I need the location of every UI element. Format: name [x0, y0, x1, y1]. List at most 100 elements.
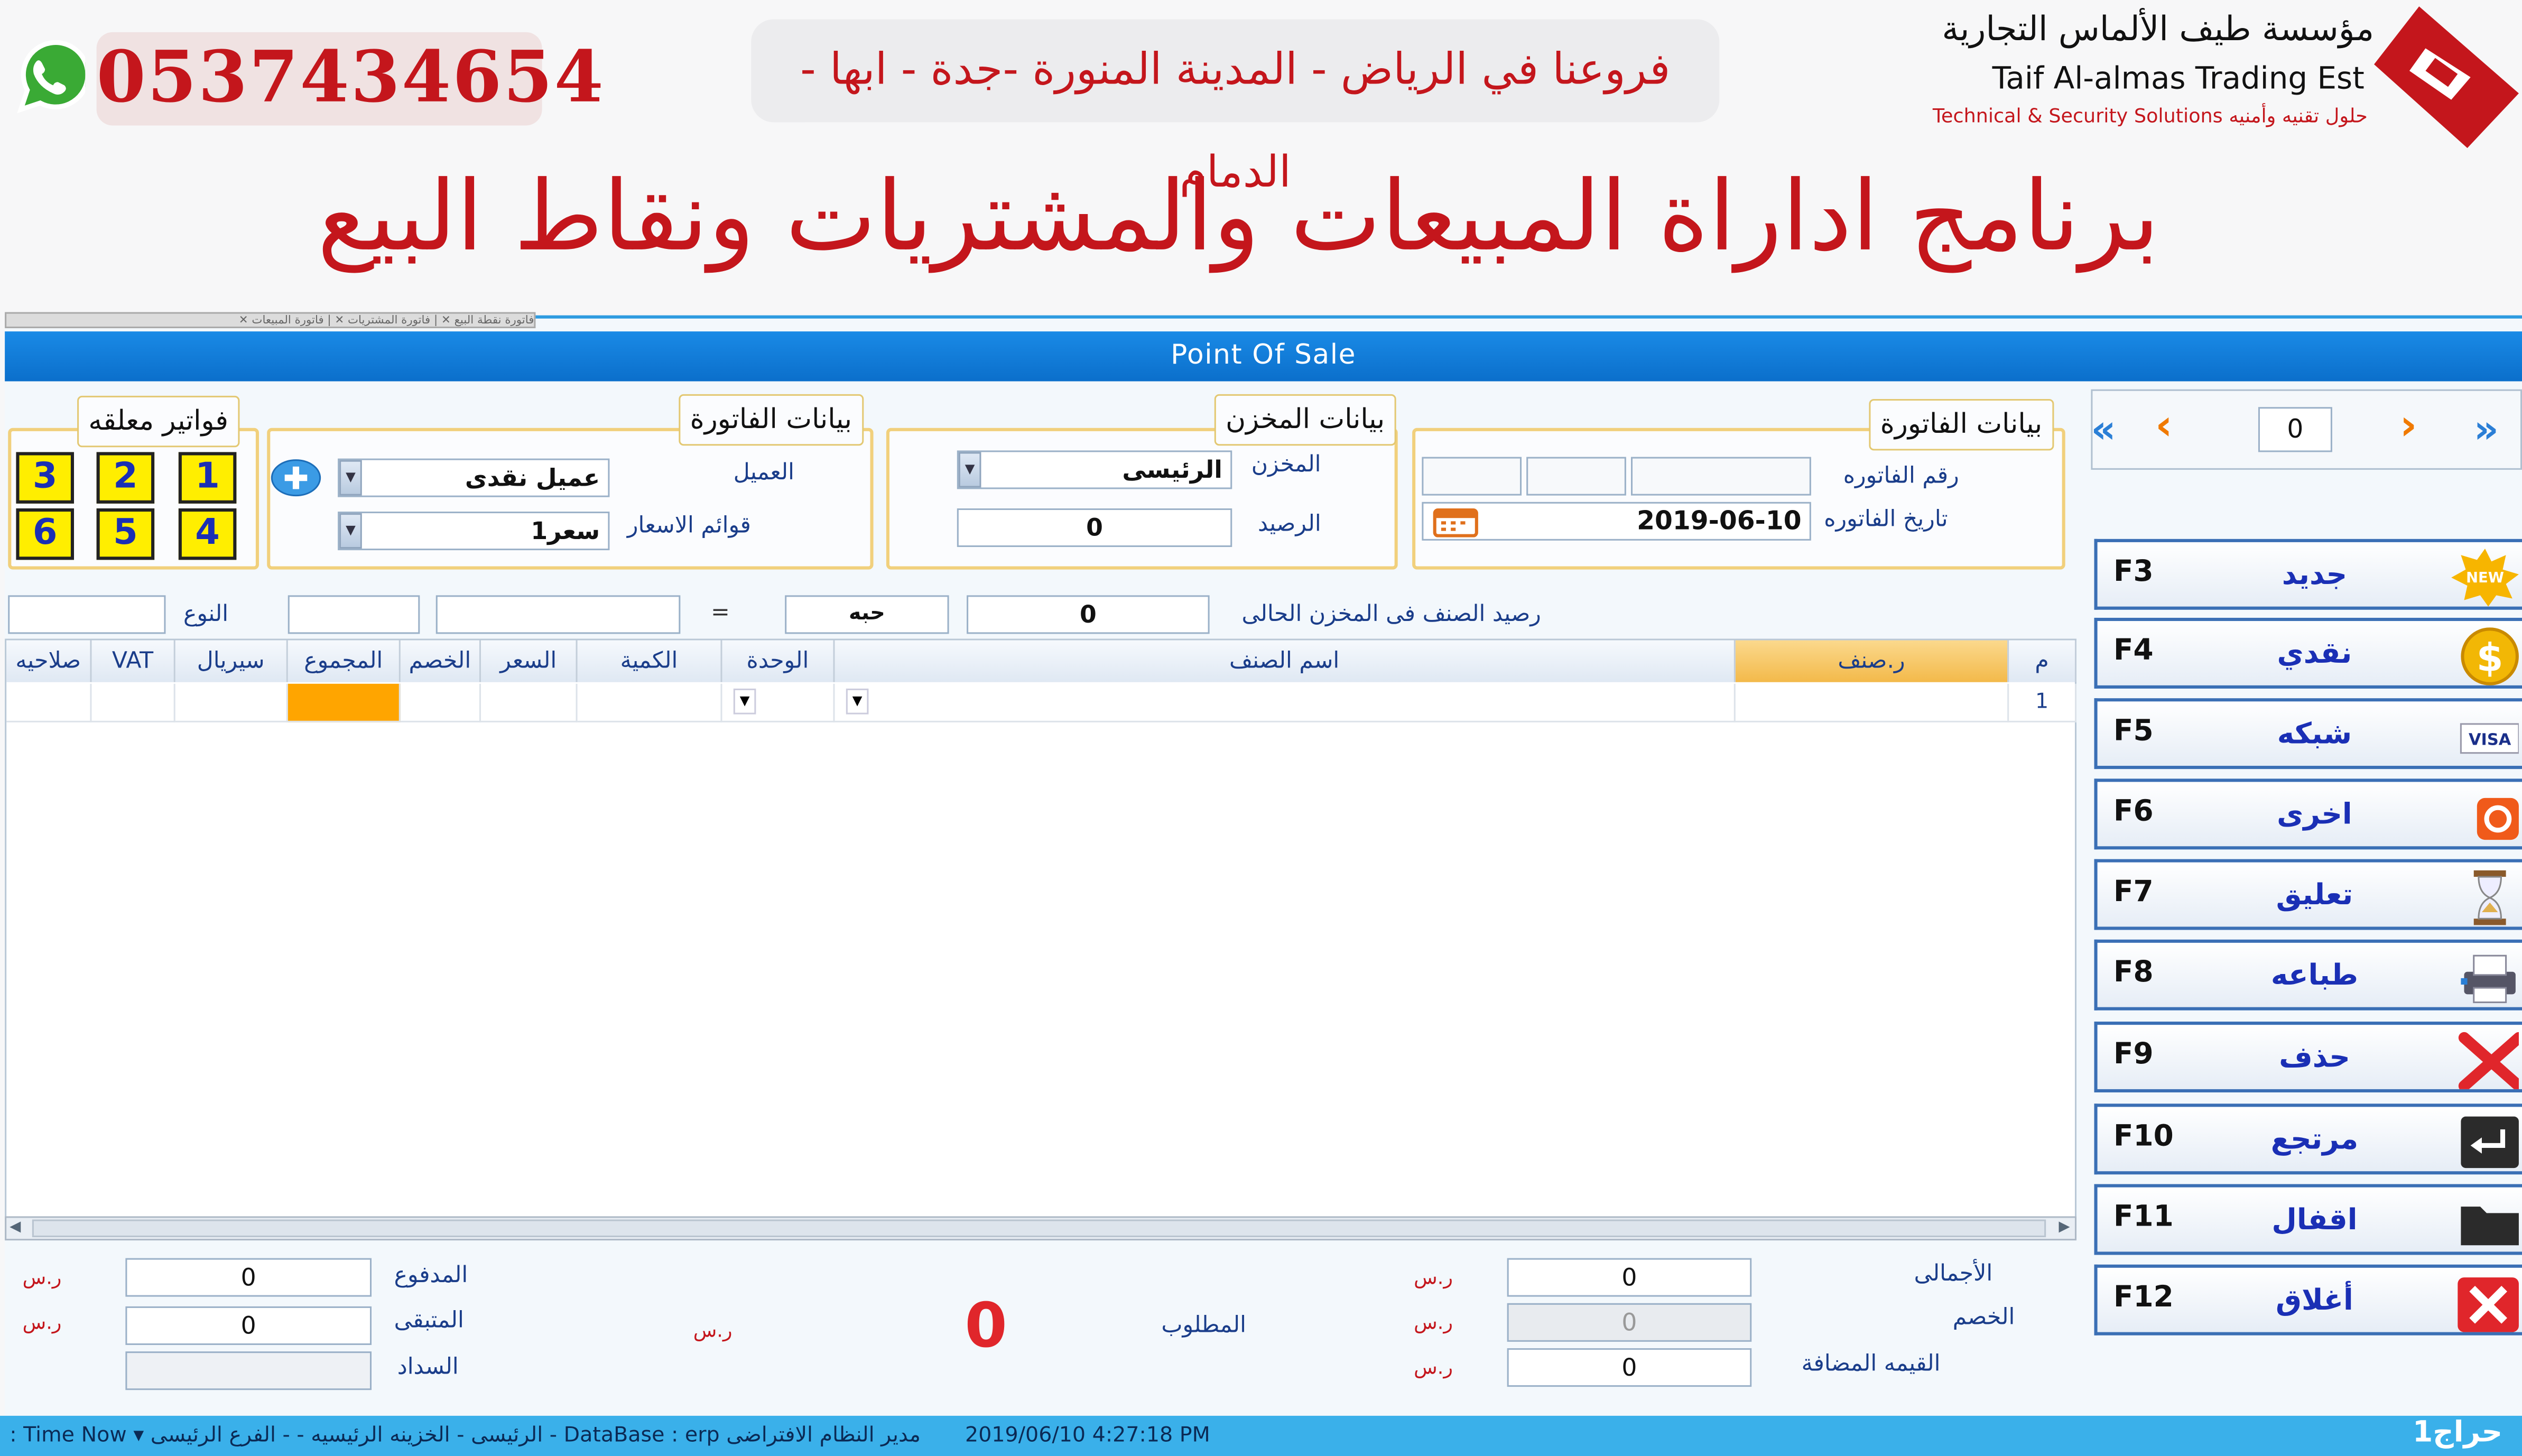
svg-text:NEW: NEW — [2466, 570, 2504, 586]
button-label: طباعه — [2270, 959, 2359, 993]
print-button[interactable]: F8 طباعه — [2094, 939, 2522, 1010]
item-name-dropdown-icon[interactable]: ▼ — [846, 688, 869, 715]
last-record-icon[interactable]: » — [2474, 407, 2499, 452]
suspended-invoice-5[interactable]: 5 — [96, 508, 155, 560]
button-label: جديد — [2282, 558, 2348, 592]
previous-record-icon[interactable]: ‹ — [2155, 402, 2173, 450]
pricelist-dropdown-icon[interactable]: ▼ — [339, 513, 362, 549]
item-extra-field-2[interactable] — [435, 595, 681, 634]
record-counter[interactable]: 0 — [2258, 407, 2332, 452]
col-unit[interactable]: الوحدة — [722, 640, 835, 682]
cell-item-code[interactable] — [1735, 683, 2009, 722]
type-field[interactable] — [8, 595, 166, 634]
col-discount[interactable]: الخصم — [400, 640, 481, 682]
unit-field[interactable]: حبه — [785, 595, 949, 634]
item-stock-field[interactable]: 0 — [967, 595, 1210, 634]
items-grid[interactable]: م ر.صنف اسم الصنف الوحدة الكمية السعر ال… — [5, 638, 2077, 1241]
exit-button[interactable]: F12 أغلاق — [2094, 1264, 2522, 1336]
cell-serial[interactable] — [175, 683, 288, 722]
total-label: الأجمالى — [1914, 1261, 1993, 1287]
visa-text: VISA — [2469, 730, 2511, 749]
button-label: تعليق — [2276, 878, 2353, 913]
cell-discount[interactable] — [400, 683, 481, 722]
item-extra-field[interactable] — [288, 595, 420, 634]
calendar-icon[interactable] — [1432, 505, 1480, 537]
invoice-number-field[interactable] — [1631, 457, 1811, 496]
item-stock-label: رصيد الصنف فى المخزن الحالى — [1241, 601, 1541, 628]
paid-field[interactable]: 0 — [125, 1258, 372, 1297]
button-label: حذف — [2279, 1041, 2350, 1075]
scroll-thumb[interactable] — [32, 1219, 2046, 1237]
cell-price[interactable] — [480, 683, 578, 722]
other-payment-button[interactable]: F6 اخرى — [2094, 778, 2522, 850]
pricelist-select[interactable]: سعر1 — [338, 512, 610, 551]
delete-button[interactable]: F9 حذف — [2094, 1022, 2522, 1093]
unit-dropdown-icon[interactable]: ▼ — [733, 688, 756, 715]
suspended-title: فواتير معلقه — [77, 395, 240, 448]
customer-dropdown-icon[interactable]: ▼ — [339, 460, 362, 496]
suspended-invoice-1[interactable]: 1 — [178, 452, 237, 504]
window-title: Point Of Sale — [5, 331, 2522, 382]
suspended-invoice-6[interactable]: 6 — [16, 508, 74, 560]
vat-label: القيمه المضافة — [1801, 1351, 1941, 1377]
network-card-button[interactable]: F5 شبكه VISA — [2094, 698, 2522, 769]
company-name-english: Taif Al-almas Trading Est — [1992, 61, 2365, 97]
cell-vat[interactable] — [91, 683, 175, 722]
col-vat[interactable]: VAT — [91, 640, 175, 682]
add-customer-icon[interactable] — [270, 459, 321, 497]
cell-expiry[interactable] — [6, 683, 92, 722]
suspend-button[interactable]: F7 تعليق — [2094, 859, 2522, 930]
vat-field[interactable]: 0 — [1507, 1348, 1752, 1387]
col-quantity[interactable]: الكمية — [577, 640, 722, 682]
discount-field[interactable]: 0 — [1507, 1303, 1752, 1342]
company-tagline: Technical & Security Solutions حلول تقني… — [1932, 104, 2368, 127]
discount-label: الخصم — [1952, 1304, 2015, 1331]
store-select[interactable]: الرئيسى — [957, 450, 1232, 489]
invoice-number-part-1[interactable] — [1422, 457, 1522, 496]
store-dropdown-icon[interactable]: ▼ — [958, 452, 981, 488]
invoice-number-part-2[interactable] — [1526, 457, 1626, 496]
fkey-label: F12 — [2113, 1281, 2174, 1315]
col-expiry[interactable]: صلاحيه — [6, 640, 92, 682]
new-button[interactable]: F3 جديد NEW — [2094, 539, 2522, 610]
suspended-invoice-4[interactable]: 4 — [178, 508, 237, 560]
cell-total[interactable] — [288, 683, 401, 722]
row-index: 1 — [2009, 683, 2077, 722]
button-label: شبكه — [2277, 717, 2352, 752]
invoice-date-label: تاريخ الفاتوره — [1824, 506, 1948, 533]
document-tabs[interactable]: فاتورة نقطة البيع ✕ | فاتورة المشتريات ✕… — [5, 312, 536, 329]
total-field[interactable]: 0 — [1507, 1258, 1752, 1297]
currency-required: ر.س — [693, 1319, 733, 1342]
required-amount: 0 — [965, 1290, 1007, 1361]
cell-item-name[interactable] — [835, 683, 1736, 722]
col-item-code[interactable]: ر.صنف — [1735, 640, 2009, 682]
remaining-field[interactable]: 0 — [125, 1306, 372, 1345]
col-total[interactable]: المجموع — [288, 640, 401, 682]
return-arrow-icon — [2461, 1116, 2519, 1168]
customer-select[interactable]: عميل نقدى — [338, 458, 610, 497]
suspended-invoice-3[interactable]: 3 — [16, 452, 74, 504]
col-index[interactable]: م — [2009, 640, 2077, 682]
grid-horizontal-scrollbar[interactable]: ◀ ▶ — [5, 1216, 2077, 1241]
cash-button[interactable]: F4 نقدي $ — [2094, 617, 2522, 689]
col-serial[interactable]: سيريال — [175, 640, 288, 682]
first-record-icon[interactable]: « — [2091, 407, 2116, 452]
scroll-left-icon[interactable]: ◀ — [10, 1220, 21, 1236]
cell-quantity[interactable] — [577, 683, 722, 722]
next-record-icon[interactable]: › — [2400, 402, 2417, 450]
return-button[interactable]: F10 مرتجع — [2094, 1103, 2522, 1175]
fkey-label: F9 — [2113, 1037, 2154, 1072]
col-price[interactable]: السعر — [480, 640, 578, 682]
suspended-invoice-2[interactable]: 2 — [96, 452, 155, 504]
balance-field[interactable]: 0 — [957, 508, 1232, 548]
col-item-name[interactable]: اسم الصنف — [835, 640, 1736, 682]
fkey-label: F6 — [2113, 794, 2154, 829]
currency-total: ر.س — [1414, 1266, 1453, 1289]
fkey-label: F10 — [2113, 1119, 2174, 1154]
status-info: مدير النظام الافتراضى DataBase : erp - ا… — [10, 1424, 921, 1448]
lock-close-button[interactable]: F11 اقفال — [2094, 1184, 2522, 1255]
hourglass-icon — [2473, 870, 2506, 925]
payment-field[interactable] — [125, 1351, 372, 1390]
scroll-right-icon[interactable]: ▶ — [2059, 1220, 2070, 1236]
invoice-date-field[interactable]: 2019-06-10 — [1422, 502, 1811, 541]
